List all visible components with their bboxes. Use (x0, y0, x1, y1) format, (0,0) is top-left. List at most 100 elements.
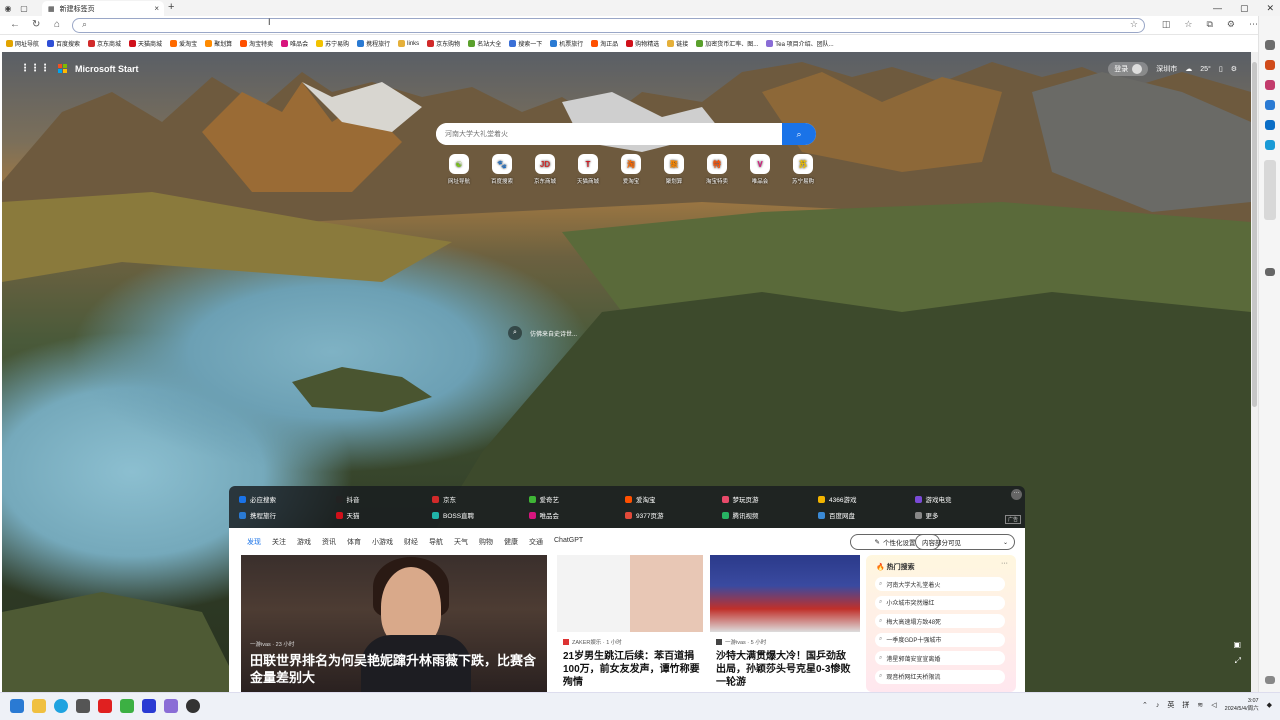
address-input[interactable]: ⌕ ☆ (72, 18, 1145, 33)
app-icon[interactable] (142, 699, 156, 713)
notification-icon[interactable]: ◆ (1267, 701, 1272, 709)
volume-icon[interactable]: ◁ (1211, 701, 1216, 709)
back-icon[interactable]: ← (10, 19, 20, 30)
search-button[interactable]: ⌕ (782, 123, 816, 145)
bookmark-item[interactable]: 机票旅行 (550, 39, 583, 48)
brand[interactable]: ⋮⋮⋮ Microsoft Start (20, 63, 139, 74)
tab-newtab[interactable]: ▦ 新建标签页 × (42, 1, 164, 16)
bookmark-item[interactable]: 京东商城 (88, 39, 121, 48)
scrollbar-thumb[interactable] (1252, 62, 1257, 407)
phone-icon[interactable]: ▯ (1219, 65, 1223, 73)
feed-tab[interactable]: 导航 (429, 537, 443, 547)
site-link[interactable]: 爱奇艺 (528, 494, 559, 504)
refresh-icon[interactable]: ↻ (32, 19, 40, 30)
site-link[interactable]: 天猫 (335, 510, 360, 520)
feed-tab[interactable]: 健康 (504, 537, 518, 547)
hot-search-item[interactable]: ⌕ 梅大高速塌方致48死 (875, 614, 1005, 628)
bookmark-item[interactable]: Tea 项目介绍、团队... (766, 39, 834, 48)
quick-link[interactable]: V 唯品会 (744, 154, 776, 185)
profile-icon[interactable]: ◉ (0, 0, 16, 16)
tab-close-icon[interactable]: × (154, 4, 159, 13)
bookmark-item[interactable]: 名站大全 (468, 39, 501, 48)
games-icon[interactable] (1265, 100, 1275, 110)
tools-icon[interactable] (1265, 80, 1275, 90)
edge-icon[interactable] (54, 699, 68, 713)
login-button[interactable]: 登录 (1108, 62, 1149, 76)
app-icon[interactable] (76, 699, 90, 713)
favorite-star-icon[interactable]: ☆ (1130, 19, 1138, 30)
more-options-icon[interactable]: ··· (1011, 489, 1022, 500)
settings-gear-icon[interactable]: ⚙ (1231, 65, 1237, 73)
quick-link[interactable]: T 天猫商城 (572, 154, 604, 185)
home-icon[interactable]: ⌂ (54, 19, 60, 30)
site-link[interactable]: 抖音 (335, 494, 360, 504)
app-icon[interactable] (120, 699, 134, 713)
feed-tab[interactable]: 发现 (247, 537, 261, 547)
bookmark-item[interactable]: 爱淘宝 (170, 39, 197, 48)
hot-search-item[interactable]: ⌕ 港星郭蔼安宣宣离婚 (875, 651, 1005, 665)
search-input[interactable] (436, 123, 782, 145)
feed-tab[interactable]: 购物 (479, 537, 493, 547)
youtube-icon[interactable] (98, 699, 112, 713)
sidebar-settings-icon[interactable] (1265, 676, 1275, 684)
sidebar-group[interactable] (1264, 160, 1276, 220)
site-link[interactable]: 京东 (432, 494, 456, 504)
bookmark-item[interactable]: 网址导航 (6, 39, 39, 48)
site-link[interactable]: 必应搜索 (239, 494, 276, 504)
close-window-button[interactable]: ✕ (1266, 3, 1274, 14)
bookmark-item[interactable]: 百度搜索 (47, 39, 80, 48)
bookmark-item[interactable]: 携程旅行 (357, 39, 390, 48)
site-link[interactable]: 腾讯视频 (721, 510, 759, 520)
apps-grid-icon[interactable]: ⋮⋮⋮ (20, 63, 50, 74)
outlook-icon[interactable] (1265, 120, 1275, 130)
visibility-select[interactable]: 内容部分可见 ⌄ (915, 534, 1015, 550)
extensions-icon[interactable]: ⚙ (1227, 19, 1235, 30)
site-link[interactable]: 游戏电竞 (914, 494, 952, 504)
temperature[interactable]: 25° (1200, 66, 1211, 73)
scrollbar[interactable] (1251, 52, 1258, 692)
favorites-icon[interactable]: ☆ (1184, 19, 1192, 30)
bookmark-item[interactable]: 购物精选 (626, 39, 659, 48)
site-link[interactable]: 9377页游 (625, 510, 663, 520)
explorer-icon[interactable] (32, 699, 46, 713)
quick-link[interactable]: 聚聚划算 (658, 154, 690, 185)
feed-tab[interactable]: 体育 (347, 537, 361, 547)
hot-search-item[interactable]: ⌕ 一季度GDP十强城市 (875, 632, 1005, 647)
feed-tab[interactable]: 游戏 (297, 537, 311, 547)
site-link[interactable]: 梦玩页游 (721, 494, 759, 504)
quick-link[interactable]: 淘爱淘宝 (615, 154, 647, 185)
bookmark-item[interactable]: 聚划算 (205, 39, 232, 48)
collections-icon[interactable]: ⧉ (1206, 19, 1212, 30)
news-card[interactable]: ZAKER娱乐 · 1 小时 21岁男生跳江后续：苯百道捐100万，前女友发声，… (557, 555, 703, 692)
bookmark-item[interactable]: links (398, 40, 419, 47)
ime-lang[interactable]: 英 (1167, 700, 1174, 710)
bookmark-item[interactable]: 链接 (667, 39, 688, 48)
picture-icon[interactable]: ▣ (1233, 640, 1241, 649)
add-sidebar-icon[interactable] (1265, 268, 1275, 276)
start-icon[interactable] (10, 699, 24, 713)
main-news-card[interactable]: 一游ivas · 23 小时 田联世界排名为何吴艳妮蹿升林雨薇下跌，比赛含金量差… (241, 555, 547, 692)
hot-search-item[interactable]: ⌕ 小众城市突然爆红 (875, 595, 1005, 610)
bookmark-item[interactable]: 加密货币汇率、图... (696, 39, 758, 48)
mic-icon[interactable]: ♪ (1156, 702, 1160, 709)
new-tab-button[interactable]: + (168, 1, 174, 13)
quick-link[interactable]: 苏苏宁易购 (787, 154, 819, 185)
feed-tab[interactable]: 交通 (529, 537, 543, 547)
city[interactable]: 深圳市 (1156, 64, 1177, 74)
image-info[interactable]: ⌕ 仿佛来自史诗世... (508, 326, 577, 340)
more-menu-icon[interactable]: ⋯ (1249, 19, 1258, 30)
site-link[interactable]: 唯品会 (528, 510, 559, 520)
site-link[interactable]: 百度网盘 (818, 510, 855, 520)
shopping-icon[interactable] (1265, 60, 1275, 70)
clock[interactable]: 3:07 2024/5/4/周六 (1225, 697, 1259, 713)
maximize-button[interactable]: ▢ (1240, 3, 1249, 14)
quick-link[interactable]: 特淘宝特卖 (701, 154, 733, 185)
wifi-icon[interactable]: ≋ (1197, 701, 1203, 709)
ime-mode[interactable]: 拼 (1182, 700, 1189, 710)
bookmark-item[interactable]: 京东购物 (427, 39, 460, 48)
hot-search-item[interactable]: ⌕ 河南大学大礼堂着火 (875, 577, 1005, 591)
app-icon[interactable] (186, 699, 200, 713)
split-screen-icon[interactable]: ◫ (1162, 19, 1171, 30)
news-card[interactable]: 一游ivas · 5 小时 沙特大满贯爆大冷！国乒劲敌出局，孙颖莎头号克星0-3… (710, 555, 860, 692)
hot-more-icon[interactable]: ··· (1001, 560, 1008, 567)
